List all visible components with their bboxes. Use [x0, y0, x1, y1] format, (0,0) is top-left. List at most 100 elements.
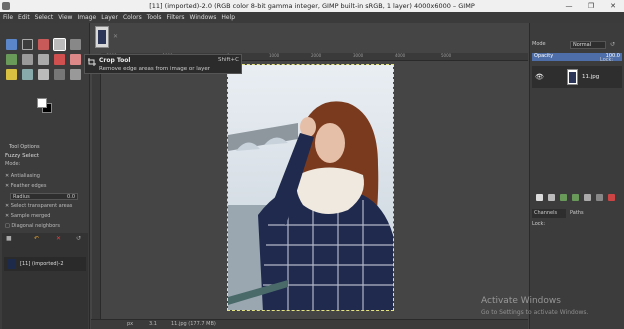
dock-tabs: Channels Paths: [532, 209, 622, 218]
menu-view[interactable]: View: [58, 14, 72, 21]
undo-icon[interactable]: ↶: [34, 235, 39, 242]
tool-options-tab-label: Tool Options: [9, 144, 40, 150]
menu-windows[interactable]: Windows: [190, 14, 217, 21]
eraser-tool-icon[interactable]: [70, 54, 81, 65]
menu-image[interactable]: Image: [77, 14, 96, 21]
status-bar: px 3.1 11.jpg (177.7 MB): [91, 319, 528, 329]
menu-filters[interactable]: Filters: [167, 14, 185, 21]
image-tabs-bar: ✕: [91, 23, 528, 53]
delete-layer-icon[interactable]: [608, 194, 615, 201]
anchor-layer-icon[interactable]: [596, 194, 603, 201]
sample-merged-checkbox[interactable]: ✕ Sample merged: [5, 213, 50, 219]
units-select[interactable]: px: [127, 321, 133, 327]
path-tool-icon[interactable]: [54, 69, 65, 80]
title-bar: [11] (imported)-2.0 (RGB color 8-bit gam…: [0, 0, 624, 12]
tool-options-panel: Fuzzy Select Mode: ✕ Antialiasing ✕ Feat…: [2, 153, 88, 297]
move-tool-icon[interactable]: [6, 39, 17, 50]
warp-tool-icon[interactable]: [38, 54, 49, 65]
crop-tool-icon[interactable]: [6, 54, 17, 65]
close-button[interactable]: ✕: [602, 0, 624, 12]
window-title: [11] (imported)-2.0 (RGB color 8-bit gam…: [149, 2, 475, 10]
layer-row[interactable]: 👁 11.jpg: [532, 66, 622, 88]
layer-thumbnail: [567, 69, 578, 85]
diagonal-neighbors-label: Diagonal neighbors: [11, 223, 60, 229]
ruler-tick: 3000: [353, 53, 364, 58]
transform-tool-icon[interactable]: [22, 54, 33, 65]
foreground-color-swatch[interactable]: [37, 98, 47, 108]
image-canvas[interactable]: [227, 64, 394, 311]
photo-woman-scarf: [228, 65, 393, 310]
mode-reset-icon[interactable]: ↺: [610, 41, 615, 48]
layer-mode-label: Mode: [532, 41, 546, 47]
tab-close-icon[interactable]: ✕: [113, 33, 118, 40]
layer-mode-value: Normal: [573, 42, 592, 48]
menu-help[interactable]: Help: [221, 14, 235, 21]
raise-layer-icon[interactable]: [560, 194, 567, 201]
image-list-item[interactable]: [11] (imported)-2: [4, 257, 86, 271]
radius-label: Radius: [13, 194, 30, 200]
menu-select[interactable]: Select: [35, 14, 54, 21]
menu-layer[interactable]: Layer: [101, 14, 118, 21]
activate-windows-title: Activate Windows: [481, 296, 561, 306]
tooltip-title: Crop Tool: [99, 57, 131, 64]
fuzzy-select-tool-icon[interactable]: [53, 38, 66, 51]
layer-name: 11.jpg: [582, 74, 600, 80]
save-icon[interactable]: ■: [6, 235, 12, 242]
text-tool-icon[interactable]: [70, 69, 81, 80]
toolbox: Tool Options Fuzzy Select Mode: ✕ Antial…: [0, 23, 90, 329]
smudge-tool-icon[interactable]: [38, 69, 49, 80]
new-layer-icon[interactable]: [536, 194, 543, 201]
feather-edges-checkbox[interactable]: ✕ Feather edges: [5, 183, 46, 189]
crop-icon: [88, 58, 96, 66]
channels-lock-label: Lock:: [532, 221, 546, 227]
vertical-ruler: [92, 61, 101, 319]
new-group-icon[interactable]: [548, 194, 555, 201]
lasso-tool-icon[interactable]: [38, 39, 49, 50]
antialiasing-checkbox[interactable]: ✕ Antialiasing: [5, 173, 40, 179]
crop-tool-tooltip: Crop Tool Shift+C Remove edge areas from…: [84, 54, 242, 74]
feather-edges-label: Feather edges: [10, 183, 47, 189]
menu-bar: File Edit Select View Image Layer Colors…: [0, 12, 624, 23]
delete-icon[interactable]: ✕: [56, 235, 61, 242]
radius-field[interactable]: Radius 0.0: [10, 193, 78, 200]
menu-colors[interactable]: Colors: [123, 14, 142, 21]
paintbrush-tool-icon[interactable]: [54, 54, 65, 65]
select-transparent-checkbox[interactable]: ✕ Select transparent areas: [5, 203, 72, 209]
right-dock: Mode Normal ↺ Opacity 100.0 Lock: 👁 11.j…: [529, 23, 624, 329]
menu-edit[interactable]: Edit: [18, 14, 30, 21]
layer-visibility-icon[interactable]: 👁: [535, 73, 544, 81]
reset-icon[interactable]: ↺: [76, 235, 81, 242]
image-tab[interactable]: [95, 26, 109, 48]
menu-tools[interactable]: Tools: [147, 14, 162, 21]
diagonal-neighbors-checkbox[interactable]: □ Diagonal neighbors: [5, 223, 60, 229]
opacity-label: Opacity: [534, 53, 554, 59]
minimize-button[interactable]: —: [558, 0, 580, 12]
maximize-button[interactable]: ❐: [580, 0, 602, 12]
tab-channels[interactable]: Channels: [532, 209, 566, 218]
layer-mode-select[interactable]: Normal: [570, 41, 606, 49]
bucket-fill-tool-icon[interactable]: [6, 69, 17, 80]
color-picker-tool-icon[interactable]: [70, 39, 81, 50]
tooltip-description: Remove edge areas from image or layer: [99, 66, 211, 72]
clone-tool-icon[interactable]: [22, 69, 33, 80]
tool-options-title: Fuzzy Select: [5, 153, 40, 159]
layers-toolbar: [532, 193, 622, 203]
lock-label: Lock:: [600, 57, 614, 63]
select-transparent-label: Select transparent areas: [10, 203, 73, 209]
mode-label: Mode:: [5, 161, 21, 167]
activate-windows-subtitle: Go to Settings to activate Windows.: [481, 309, 589, 316]
zoom-select[interactable]: 3.1: [149, 321, 157, 327]
menu-file[interactable]: File: [3, 14, 13, 21]
image-list-label: [11] (imported)-2: [20, 261, 64, 267]
lower-layer-icon[interactable]: [572, 194, 579, 201]
rect-select-tool-icon[interactable]: [22, 39, 33, 50]
images-panel: ■ ↶ ✕ ↺ [11] (imported)-2: [2, 233, 88, 329]
duplicate-layer-icon[interactable]: [584, 194, 591, 201]
tooltip-shortcut: Shift+C: [218, 57, 239, 63]
image-tab-thumbnail: [98, 30, 106, 44]
tab-paths[interactable]: Paths: [568, 209, 594, 218]
ruler-tick: 4000: [395, 53, 406, 58]
images-panel-toolbar: ■ ↶ ✕ ↺: [6, 235, 86, 243]
antialiasing-label: Antialiasing: [10, 173, 40, 179]
tool-options-tab[interactable]: Tool Options: [2, 144, 88, 152]
